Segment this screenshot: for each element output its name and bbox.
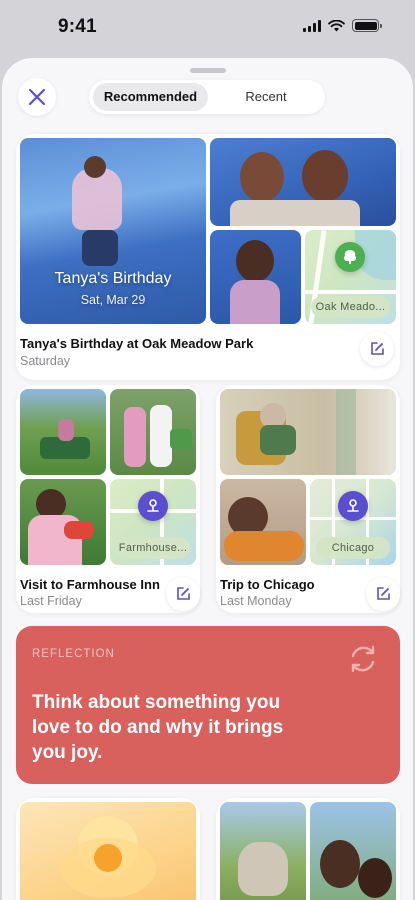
reflection-card[interactable]: REFLECTION Think about something you lov… [16,626,400,784]
status-icons [303,19,382,32]
hero-overlay-title: Tanya's Birthday [54,270,172,287]
suggestion-card-birthday[interactable]: Tanya's Birthday Sat, Mar 29 Oak Meado..… [16,134,400,380]
photo-flower [20,802,196,900]
photo-farmhouse-1 [20,389,106,475]
refresh-icon [351,645,375,673]
segmented-control: Recommended Recent [89,80,325,114]
card-subtitle-farmhouse: Last Friday [20,594,82,608]
photo-birthday-hero: Tanya's Birthday Sat, Mar 29 [20,138,206,324]
suggestion-card-photos[interactable] [216,798,400,900]
map-chicago: Chicago [310,479,396,565]
close-icon [28,88,46,106]
close-button[interactable] [18,78,56,116]
card-title-chicago: Trip to Chicago [220,577,315,592]
map-label-oak-meadow: Oak Meado... [311,296,390,318]
battery-icon [352,19,382,32]
photo-chicago-2 [220,479,306,565]
wifi-icon [328,19,345,31]
signal-icon [303,19,321,32]
sheet-grabber[interactable] [190,68,226,73]
suggestion-card-farmhouse[interactable]: Farmhouse... Visit to Farmhouse Inn Last… [16,385,200,613]
status-time: 9:41 [58,16,97,37]
photo-farmhouse-2 [110,389,196,475]
card-subtitle-chicago: Last Monday [220,594,292,608]
hero-overlay-date: Sat, Mar 29 [80,293,146,307]
edit-button-chicago[interactable] [366,577,400,611]
edit-icon [371,342,384,355]
edit-button-farmhouse[interactable] [166,577,200,611]
photo-farmhouse-3 [20,479,106,565]
photo-birthday-2 [210,138,396,226]
edit-button-birthday[interactable] [360,332,394,366]
refresh-button[interactable] [344,640,382,678]
card-title-birthday: Tanya's Birthday at Oak Meadow Park [20,336,254,351]
edit-icon [177,587,190,600]
tree-pin-icon [335,242,365,272]
photo-chicago-1 [220,389,396,475]
card-subtitle-birthday: Saturday [20,354,71,368]
status-bar: 9:41 [0,0,415,56]
reflection-kicker: REFLECTION [32,648,115,660]
photo-birthday-3 [210,230,301,324]
photo-selfie [310,802,396,900]
map-farmhouse: Farmhouse... [110,479,196,565]
tab-recommended[interactable]: Recommended [93,83,208,111]
card-title-farmhouse: Visit to Farmhouse Inn [20,577,160,592]
location-pin-icon [338,491,368,521]
location-pin-icon [138,491,168,521]
suggestion-card-chicago[interactable]: Chicago Trip to Chicago Last Monday [216,385,400,613]
reflection-prompt: Think about something you love to do and… [32,692,284,763]
suggestion-card-flower[interactable] [16,798,200,900]
map-label-chicago: Chicago [316,537,390,559]
map-label-farmhouse: Farmhouse... [116,537,190,559]
journal-suggestions-sheet: Recommended Recent Tanya's Birthday Sat,… [2,58,413,900]
tab-recent[interactable]: Recent [211,83,321,111]
map-oak-meadow: Oak Meado... [305,230,396,324]
photo-dog [220,802,306,900]
edit-icon [377,587,390,600]
